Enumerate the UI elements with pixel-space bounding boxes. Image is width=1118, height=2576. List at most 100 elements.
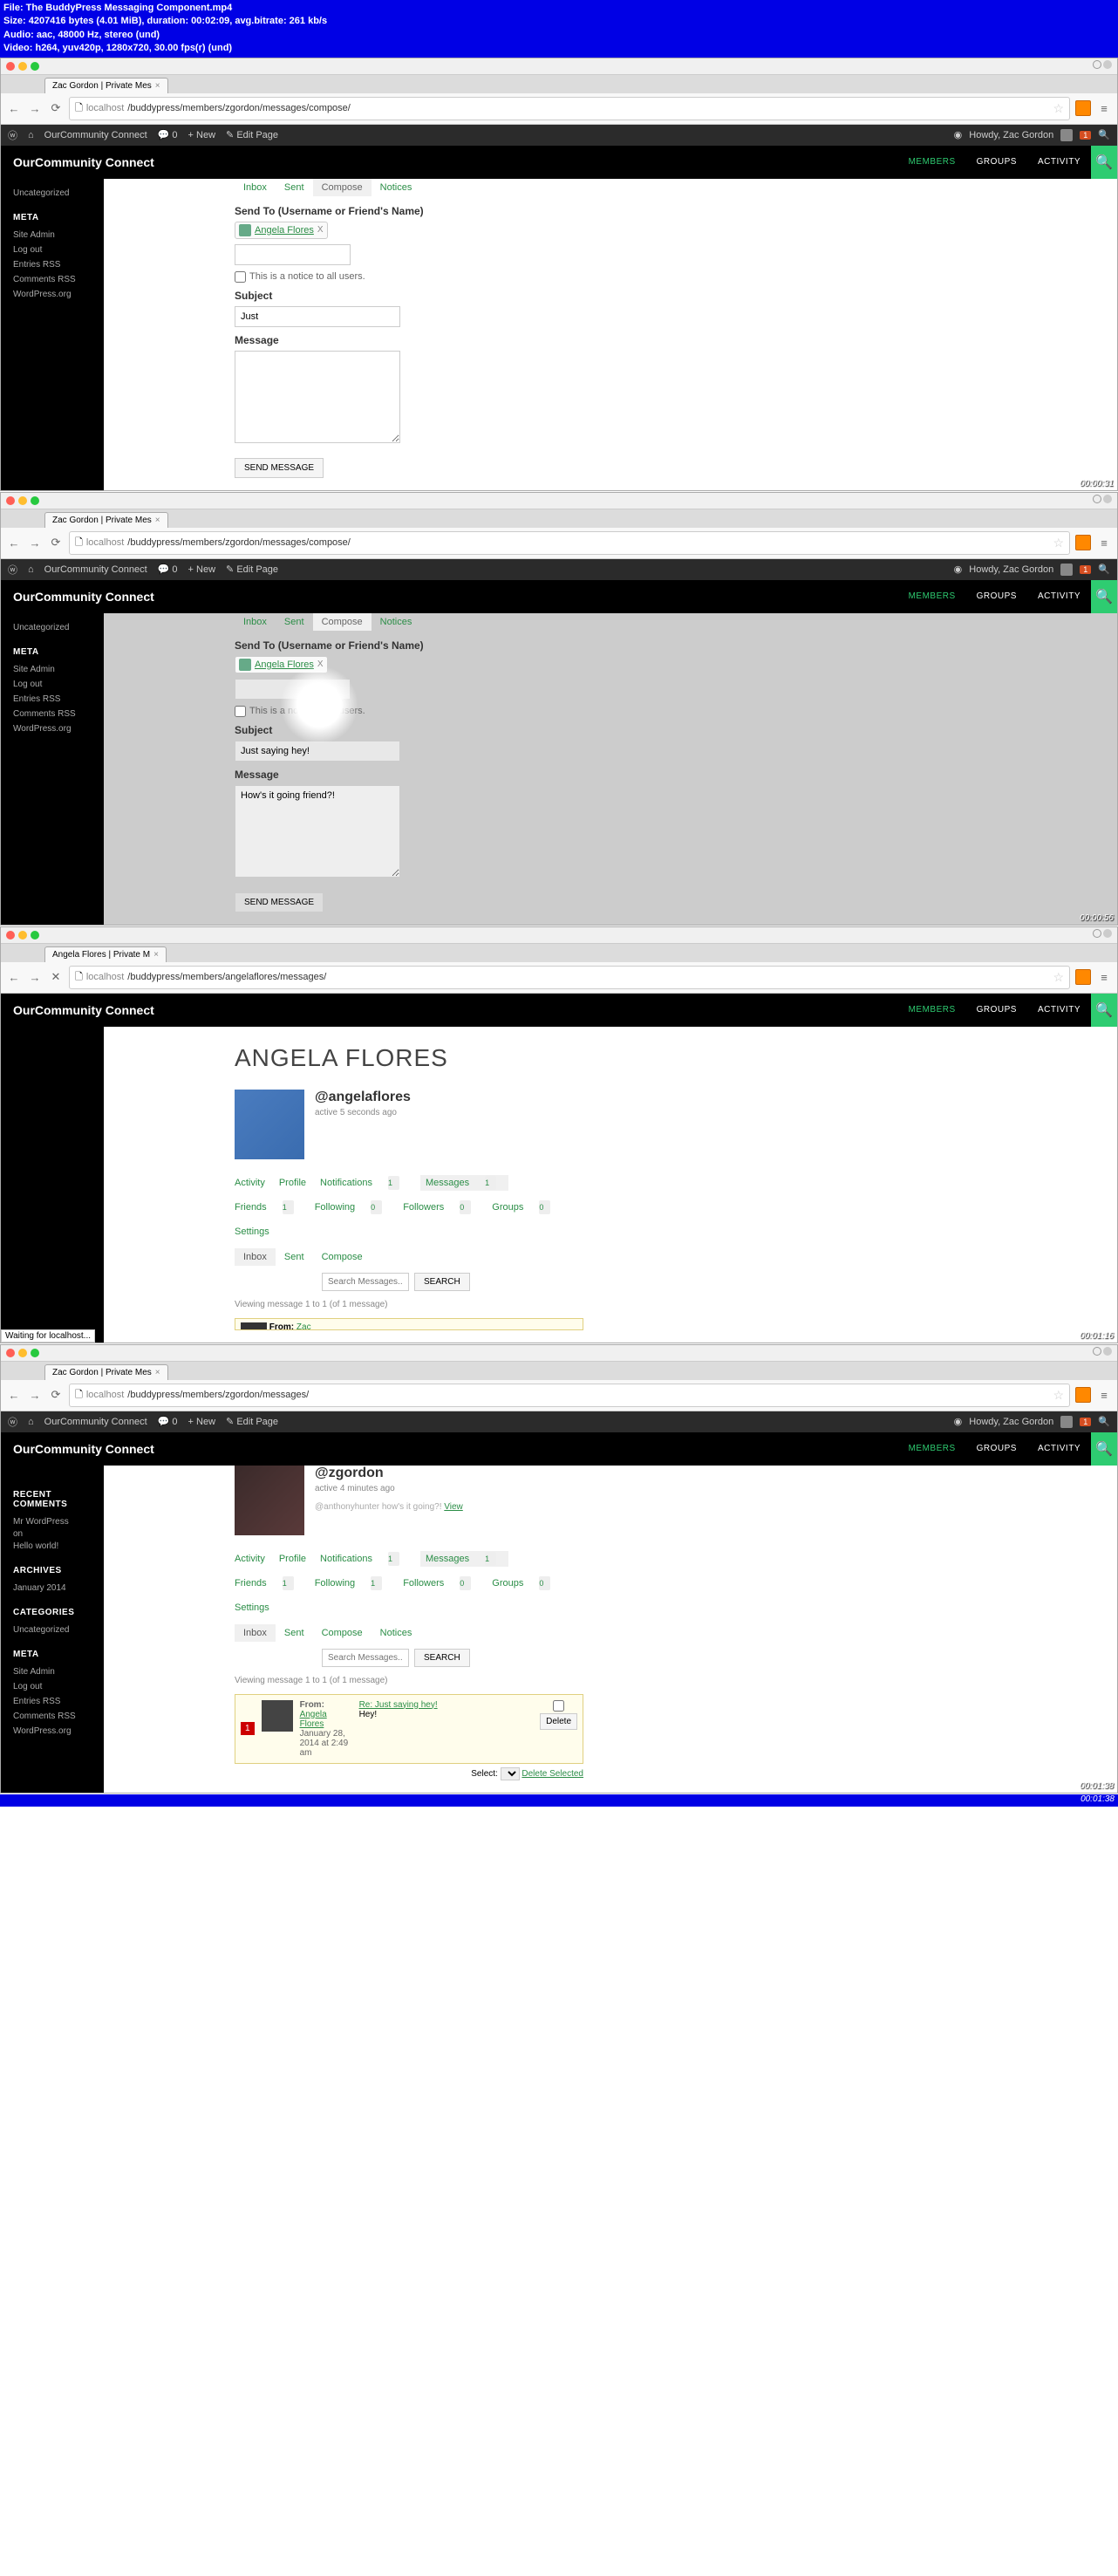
wp-edit[interactable]: ✎ Edit Page bbox=[226, 564, 278, 575]
bookmark-icon[interactable]: ☆ bbox=[1053, 970, 1064, 985]
send-button[interactable]: SEND MESSAGE bbox=[235, 892, 324, 912]
nav-messages[interactable]: Messages1 bbox=[420, 1551, 508, 1567]
notice-checkbox[interactable] bbox=[235, 706, 246, 717]
wp-notif-icon[interactable]: ◉ bbox=[954, 1416, 963, 1427]
nav-groups[interactable]: GROUPS bbox=[966, 146, 1027, 179]
nav-notifications[interactable]: Notifications1 bbox=[320, 1551, 413, 1567]
forward-button[interactable]: → bbox=[27, 535, 43, 550]
search-button[interactable]: 🔍 bbox=[1091, 580, 1117, 613]
tab-sent[interactable]: Sent bbox=[276, 179, 313, 196]
nav-activity[interactable]: Activity bbox=[235, 1175, 272, 1191]
sidebar-uncategorized[interactable]: Uncategorized bbox=[13, 620, 92, 635]
wp-new[interactable]: + New bbox=[188, 564, 216, 575]
search-messages-input[interactable] bbox=[322, 1273, 409, 1291]
tab-inbox[interactable]: Inbox bbox=[235, 613, 276, 631]
back-button[interactable]: ← bbox=[6, 535, 22, 550]
browser-tab[interactable]: Angela Flores | Private M× bbox=[44, 946, 167, 962]
avatar[interactable] bbox=[1060, 129, 1073, 141]
wp-home-icon[interactable]: ⌂ bbox=[28, 1417, 34, 1427]
nav-members[interactable]: MEMBERS bbox=[898, 146, 966, 179]
sidebar-logout[interactable]: Log out bbox=[13, 1679, 92, 1694]
view-link[interactable]: View bbox=[444, 1502, 463, 1512]
reload-button[interactable]: ⟳ bbox=[48, 1387, 64, 1403]
nav-friends[interactable]: Friends1 bbox=[235, 1575, 308, 1591]
nav-groups[interactable]: GROUPS bbox=[966, 1432, 1027, 1466]
wp-howdy[interactable]: Howdy, Zac Gordon bbox=[969, 1417, 1053, 1427]
menu-icon[interactable]: ≡ bbox=[1096, 1387, 1112, 1403]
extension-icon[interactable] bbox=[1075, 535, 1091, 550]
send-button[interactable]: SEND MESSAGE bbox=[235, 458, 324, 478]
tab-notices[interactable]: Notices bbox=[372, 179, 421, 196]
nav-activity[interactable]: ACTIVITY bbox=[1027, 146, 1091, 179]
delete-button[interactable]: Delete bbox=[540, 1713, 577, 1730]
subject-input[interactable] bbox=[235, 306, 400, 327]
nav-activity[interactable]: ACTIVITY bbox=[1027, 580, 1091, 613]
recipient-link[interactable]: Angela Flores bbox=[255, 225, 314, 236]
back-button[interactable]: ← bbox=[6, 100, 22, 116]
url-input[interactable]: 🗋 localhost/buddypress/members/zgordon/m… bbox=[69, 97, 1070, 120]
bulk-select[interactable] bbox=[501, 1767, 520, 1780]
subnav-inbox[interactable]: Inbox bbox=[235, 1624, 276, 1642]
sidebar-uncategorized[interactable]: Uncategorized bbox=[13, 186, 92, 201]
notice-checkbox[interactable] bbox=[235, 271, 246, 283]
tab-notices[interactable]: Notices bbox=[372, 613, 421, 631]
subnav-compose[interactable]: Compose bbox=[313, 1624, 372, 1642]
menu-icon[interactable]: ≡ bbox=[1096, 100, 1112, 116]
message-subject-link[interactable]: Re: Just saying hey! bbox=[359, 1700, 438, 1710]
nav-members[interactable]: MEMBERS bbox=[898, 994, 966, 1027]
search-messages-button[interactable]: SEARCH bbox=[414, 1649, 470, 1667]
profile-icon[interactable] bbox=[1103, 60, 1112, 69]
close-icon[interactable]: × bbox=[155, 81, 160, 91]
nav-settings[interactable]: Settings bbox=[235, 1600, 276, 1616]
nav-members[interactable]: MEMBERS bbox=[898, 580, 966, 613]
site-title[interactable]: OurCommunity Connect bbox=[13, 155, 154, 169]
nav-activity[interactable]: ACTIVITY bbox=[1027, 1432, 1091, 1466]
profile-icon[interactable] bbox=[1103, 495, 1112, 503]
sidebar-site-admin[interactable]: Site Admin bbox=[13, 662, 92, 677]
browser-tab[interactable]: Zac Gordon | Private Mes× bbox=[44, 1364, 168, 1380]
nav-activity[interactable]: Activity bbox=[235, 1551, 272, 1567]
sidebar-wordpress[interactable]: WordPress.org bbox=[13, 287, 92, 302]
message-textarea[interactable] bbox=[235, 351, 400, 443]
sidebar-wordpress[interactable]: WordPress.org bbox=[13, 1724, 92, 1739]
sendto-input[interactable] bbox=[235, 679, 351, 700]
url-input[interactable]: 🗋localhost/buddypress/members/zgordon/me… bbox=[69, 1384, 1070, 1407]
site-title[interactable]: OurCommunity Connect bbox=[13, 590, 154, 604]
sidebar-entries-rss[interactable]: Entries RSS bbox=[13, 1694, 92, 1709]
close-icon[interactable]: × bbox=[155, 1368, 160, 1377]
back-button[interactable]: ← bbox=[6, 1387, 22, 1403]
close-icon[interactable]: × bbox=[155, 516, 160, 525]
message-row[interactable]: 1 From: Angela Flores January 28, 2014 a… bbox=[235, 1694, 583, 1764]
wp-logo-icon[interactable]: ⓦ bbox=[8, 1415, 17, 1429]
expand-icon[interactable] bbox=[1093, 1347, 1101, 1356]
wp-new[interactable]: + New bbox=[188, 1417, 216, 1427]
expand-icon[interactable] bbox=[1093, 929, 1101, 938]
extension-icon[interactable] bbox=[1075, 100, 1091, 116]
nav-following[interactable]: Following0 bbox=[315, 1199, 396, 1215]
sidebar-entries-rss[interactable]: Entries RSS bbox=[13, 692, 92, 707]
extension-icon[interactable] bbox=[1075, 1387, 1091, 1403]
search-button[interactable]: 🔍 bbox=[1091, 146, 1117, 179]
sidebar-site-admin[interactable]: Site Admin bbox=[13, 1664, 92, 1679]
nav-profile[interactable]: Profile bbox=[279, 1551, 313, 1567]
tab-compose[interactable]: Compose bbox=[313, 613, 372, 631]
sidebar-logout[interactable]: Log out bbox=[13, 677, 92, 692]
nav-friends[interactable]: Friends1 bbox=[235, 1199, 308, 1215]
extension-icon[interactable] bbox=[1075, 969, 1091, 985]
url-input[interactable]: 🗋localhost/buddypress/members/angelaflor… bbox=[69, 966, 1070, 989]
wp-edit[interactable]: ✎ Edit Page bbox=[226, 129, 278, 140]
recipient-link[interactable]: Angela Flores bbox=[255, 659, 314, 670]
close-icon[interactable]: × bbox=[153, 950, 159, 960]
nav-profile[interactable]: Profile bbox=[279, 1175, 313, 1191]
sidebar-comments-rss[interactable]: Comments RSS bbox=[13, 1709, 92, 1724]
stop-button[interactable]: ✕ bbox=[48, 969, 64, 985]
nav-notifications[interactable]: Notifications1 bbox=[320, 1175, 413, 1191]
profile-icon[interactable] bbox=[1103, 1347, 1112, 1356]
search-messages-input[interactable] bbox=[322, 1649, 409, 1667]
wp-logo-icon[interactable]: ⓦ bbox=[8, 563, 17, 577]
profile-icon[interactable] bbox=[1103, 929, 1112, 938]
nav-followers[interactable]: Followers0 bbox=[403, 1575, 485, 1591]
search-messages-button[interactable]: SEARCH bbox=[414, 1273, 470, 1291]
wp-site-name[interactable]: OurCommunity Connect bbox=[44, 130, 147, 140]
delete-selected-link[interactable]: Delete Selected bbox=[522, 1769, 583, 1779]
